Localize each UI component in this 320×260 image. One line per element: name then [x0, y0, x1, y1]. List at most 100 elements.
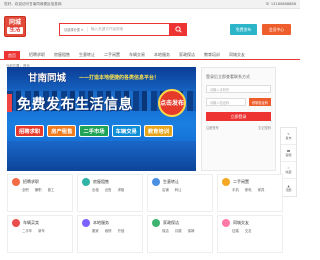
category-sub-link[interactable]: 手机	[232, 188, 239, 193]
category-sub-link[interactable]: 保洁	[162, 229, 169, 234]
category-sub-link[interactable]: 店铺	[162, 188, 169, 193]
search-button[interactable]	[169, 23, 187, 36]
search-category-select[interactable]: 请选择分类 ▾	[60, 27, 87, 32]
logo-line1: 同城	[8, 19, 21, 26]
category-subs: 保洁 月嫂 保姆	[162, 229, 212, 234]
category-sub-link[interactable]: 求租	[118, 188, 125, 193]
category-card[interactable]: 车辆买卖二手车 新车	[7, 215, 73, 253]
category-subs: 手机 家电 家具	[232, 188, 282, 193]
phone-text: ☏ 13180888888	[265, 2, 296, 6]
banner-chip: 二手市场	[79, 125, 109, 137]
phone-input[interactable]: 请输入手机号	[206, 85, 271, 93]
register-link[interactable]: 注册账号	[206, 125, 219, 130]
main-nav: 首页 招聘求职 房屋租售 生意转让 二手闲置 车辆交易 本地服务 家政保洁 教育…	[0, 50, 300, 60]
category-sub-link[interactable]: 保姆	[188, 229, 195, 234]
nav-item-housing[interactable]: 房屋租售	[54, 52, 70, 58]
search-input[interactable]: 输入关键字开始搜索	[86, 27, 169, 32]
category-card[interactable]: 招聘求职全职 兼职 普工	[7, 174, 73, 212]
nav-item-education[interactable]: 教育培训	[204, 52, 220, 58]
login-title: 登录后立即查看联系方式	[206, 74, 250, 79]
code-input[interactable]: 请输入验证码	[206, 98, 246, 106]
category-sub-link[interactable]: 家电	[245, 188, 252, 193]
nav-item-dating[interactable]: 同城交友	[229, 52, 245, 58]
category-name: 房屋租售	[93, 179, 109, 184]
category-card[interactable]: 家政保洁 保洁 月嫂 保姆	[147, 215, 213, 253]
category-icon	[12, 219, 20, 227]
top-bar: 您好，欢迎访问甘南同城便民信息网 ☏ 13180888888	[0, 0, 300, 9]
banner-headline: 免费发布生活信息	[17, 97, 133, 113]
category-card[interactable]: 房屋租售出租 出售 求租	[77, 174, 143, 212]
category-sub-link[interactable]: 家具	[258, 188, 265, 193]
category-sub-link[interactable]: 转让	[175, 188, 182, 193]
sidebar-post[interactable]: ✎ 发布	[281, 128, 296, 145]
category-sub-link[interactable]: 出租	[92, 188, 99, 193]
nav-item-local-services[interactable]: 本地服务	[154, 52, 170, 58]
category-icon	[152, 219, 160, 227]
category-name: 招聘求职	[23, 179, 39, 184]
category-sub-link[interactable]: 全职	[22, 188, 29, 193]
banner-accent	[7, 94, 12, 112]
banner-bottom	[7, 141, 196, 171]
category-subs: 搬家 维修 开锁	[92, 229, 142, 234]
banner-chip: 车辆交易	[111, 125, 141, 137]
free-post-button[interactable]: 免费发布	[230, 24, 257, 35]
category-icon	[82, 178, 90, 186]
nav-item-housekeeping[interactable]: 家政保洁	[179, 52, 195, 58]
search-bar: 请选择分类 ▾ 输入关键字开始搜索	[59, 23, 187, 36]
category-subs: 全职 兼职 普工	[22, 188, 72, 193]
nav-item-business[interactable]: 生意转让	[79, 52, 95, 58]
sidebar-label: 发布	[285, 136, 292, 140]
category-card-header: 同城交友	[222, 219, 249, 227]
chevron-down-icon: ▾	[81, 28, 83, 32]
category-sub-link[interactable]: 维修	[105, 229, 112, 234]
sidebar-favorite[interactable]: ☆ 收藏	[281, 162, 296, 179]
category-card-header: 车辆买卖	[12, 219, 39, 227]
banner-slogan: ——打造本地便捷的各类信息平台！	[79, 75, 160, 81]
forgot-password-link[interactable]: 忘记密码	[258, 125, 271, 130]
phone-number: 13180888888	[270, 2, 296, 6]
login-button[interactable]: 立即登录	[206, 112, 271, 121]
banner-post-badge[interactable]: 点击发布	[158, 89, 186, 117]
category-subs: 二手车 新车	[22, 229, 72, 234]
sidebar-service[interactable]: ☎ 客服	[281, 145, 296, 162]
category-subs: 店铺 转让	[162, 188, 212, 193]
sidebar-label: 顶部	[285, 187, 292, 192]
code-row: 请输入验证码 获取验证码	[206, 98, 271, 106]
category-card-header: 房屋租售	[82, 178, 109, 186]
nav-item-jobs[interactable]: 招聘求职	[29, 52, 45, 58]
category-sub-link[interactable]: 出售	[105, 188, 112, 193]
category-sub-link[interactable]: 开锁	[118, 229, 125, 234]
category-sub-link[interactable]: 二手车	[22, 229, 32, 234]
category-card-header: 二手闲置	[222, 178, 249, 186]
login-links: 注册账号 忘记密码	[206, 125, 271, 130]
search-category-label: 请选择分类	[64, 28, 80, 32]
search-icon	[174, 26, 182, 33]
nav-item-home[interactable]: 首页	[4, 50, 20, 60]
category-sub-link[interactable]: 普工	[48, 188, 55, 193]
category-card[interactable]: 本地服务搬家 维修 开锁	[77, 215, 143, 253]
category-sub-link[interactable]: 征婚	[232, 229, 239, 234]
category-card[interactable]: 同城交友征婚 交友	[217, 215, 283, 253]
category-card[interactable]: 二手闲置手机 家电 家具	[217, 174, 283, 212]
member-center-button[interactable]: 会员中心	[262, 24, 291, 35]
banner-chips: 招聘求职 房产租售 二手市场 车辆交易 教育培训	[15, 125, 174, 137]
nav-item-secondhand[interactable]: 二手闲置	[104, 52, 120, 58]
category-sub-link[interactable]: 月嫂	[175, 229, 182, 234]
category-sub-link[interactable]: 交友	[245, 229, 252, 234]
category-sub-link[interactable]: 新车	[38, 229, 45, 234]
category-card[interactable]: 生意转让 店铺 转让	[147, 174, 213, 212]
promo-banner[interactable]: 甘南同城 ——打造本地便捷的各类信息平台！ 免费发布生活信息 点击发布 招聘求职…	[7, 67, 196, 171]
category-sub-link[interactable]: 兼职	[35, 188, 42, 193]
get-code-button[interactable]: 获取验证码	[249, 98, 271, 106]
site-logo[interactable]: 同城 生活	[4, 16, 26, 37]
category-card-header: 本地服务	[82, 219, 109, 227]
sidebar-top[interactable]: ▲ 顶部	[281, 179, 296, 196]
nav-item-vehicles[interactable]: 车辆交易	[129, 52, 145, 58]
category-sub-link[interactable]: 搬家	[92, 229, 99, 234]
category-icon	[12, 178, 20, 186]
category-name: 车辆买卖	[23, 220, 39, 225]
login-panel: 登录后立即查看联系方式 请输入手机号 请输入验证码 获取验证码 立即登录 注册账…	[201, 67, 276, 171]
header: 同城 生活 请选择分类 ▾ 输入关键字开始搜索 免费发布 会员中心	[0, 9, 300, 42]
banner-chip: 教育培训	[143, 125, 174, 137]
category-icon	[152, 178, 160, 186]
